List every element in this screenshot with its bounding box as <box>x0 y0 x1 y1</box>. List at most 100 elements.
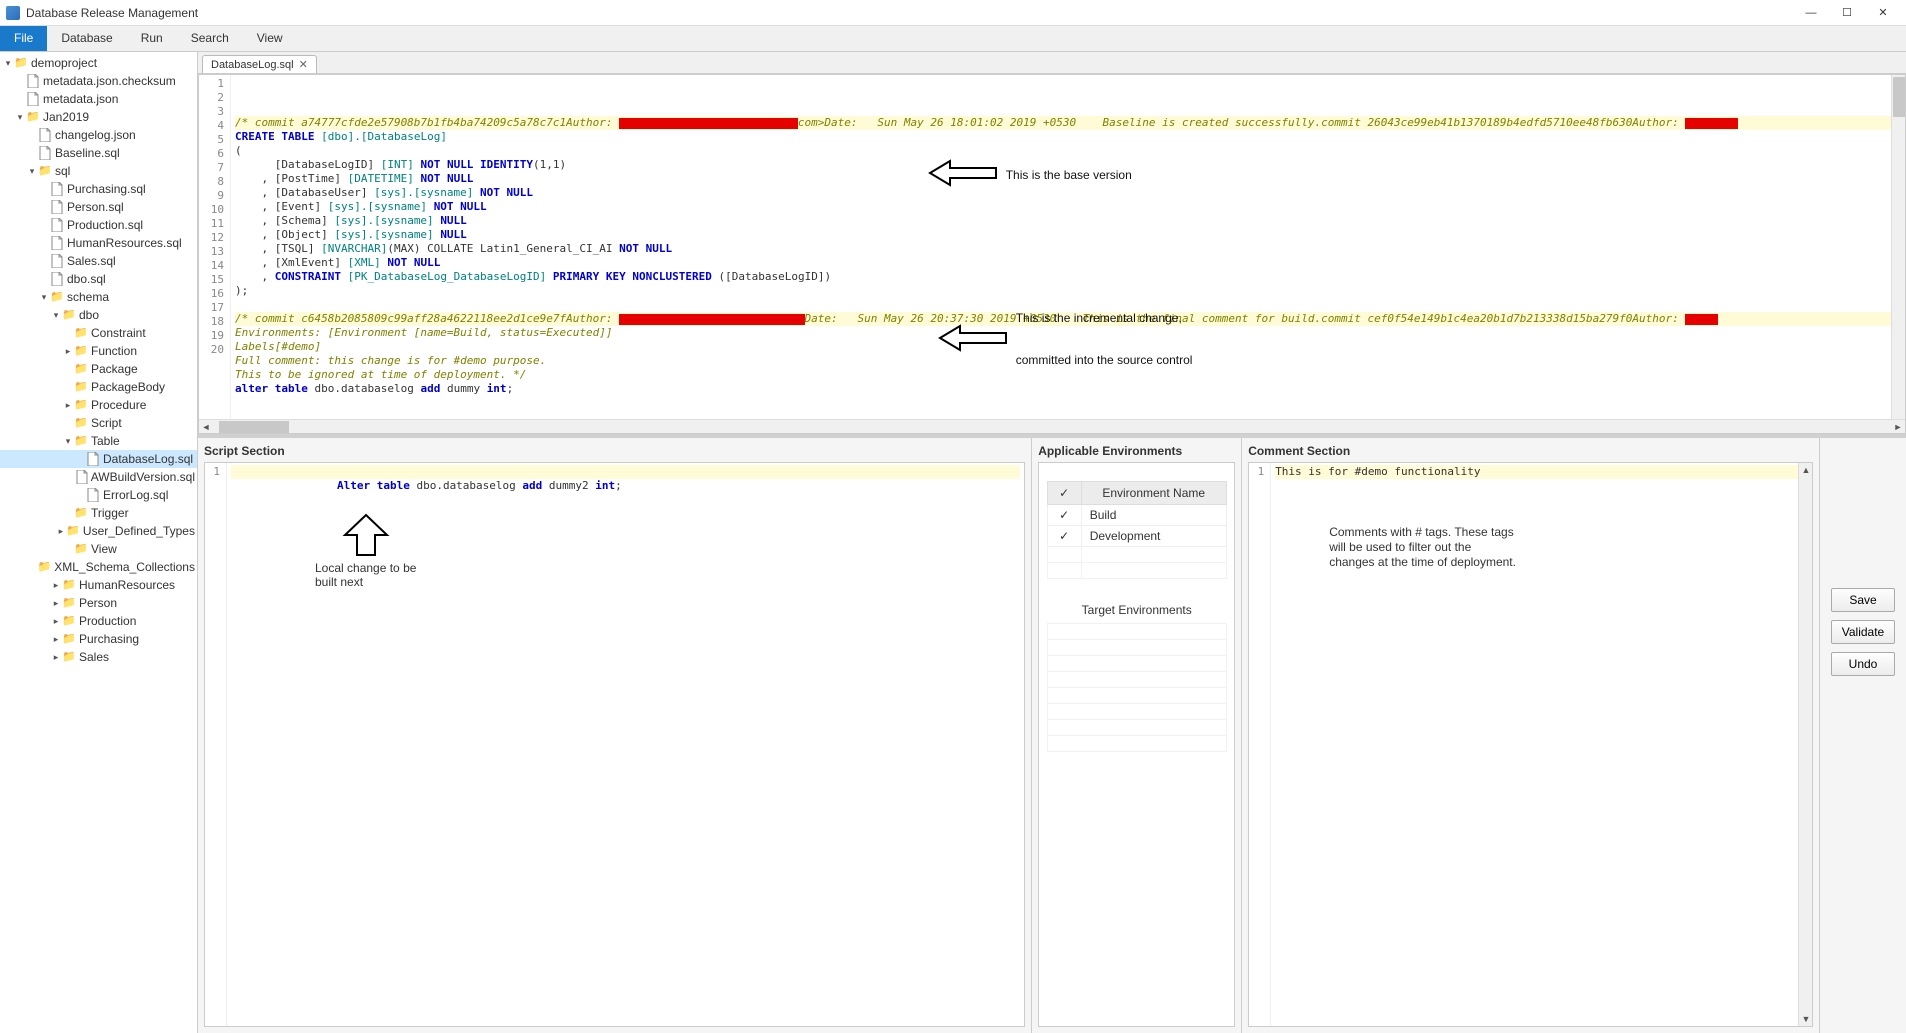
editor-scrollbar-horizontal[interactable]: ◄ ► <box>199 419 1905 433</box>
env-col-check[interactable]: ✓ <box>1047 482 1081 505</box>
close-button[interactable]: ✕ <box>1866 2 1900 24</box>
tree-item[interactable]: ▸📁HumanResources <box>0 576 197 594</box>
arrow-left-icon <box>881 145 998 204</box>
code-line[interactable]: , [TSQL] [NVARCHAR](MAX) COLLATE Latin1_… <box>235 242 1901 256</box>
tree-caret-icon[interactable]: ▾ <box>26 163 38 179</box>
validate-button[interactable]: Validate <box>1831 620 1895 644</box>
tab-close-icon[interactable]: ✕ <box>299 58 308 71</box>
save-button[interactable]: Save <box>1831 588 1895 612</box>
file-icon <box>38 128 52 142</box>
project-tree[interactable]: ▾📁demoprojectmetadata.json.checksummetad… <box>0 52 198 1033</box>
maximize-button[interactable]: ☐ <box>1830 2 1864 24</box>
env-row-build[interactable]: ✓ Build <box>1047 505 1226 526</box>
tree-item[interactable]: ▾📁schema <box>0 288 197 306</box>
main-editor[interactable]: 1234567891011121314151617181920 /* commi… <box>198 74 1906 434</box>
folder-icon: 📁 <box>38 164 52 178</box>
file-icon <box>86 452 100 466</box>
tree-item[interactable]: ▾📁demoproject <box>0 54 197 72</box>
tree-item[interactable]: Sales.sql <box>0 252 197 270</box>
file-icon <box>26 92 40 106</box>
script-section-body[interactable]: 1 Alter table dbo.databaselog add dummy2… <box>204 462 1025 1027</box>
editor-scrollbar-vertical[interactable] <box>1891 75 1905 419</box>
folder-icon: 📁 <box>62 308 76 322</box>
tree-item[interactable]: ▸📁Purchasing <box>0 630 197 648</box>
tree-item[interactable]: HumanResources.sql <box>0 234 197 252</box>
scroll-up-icon[interactable]: ▲ <box>1799 463 1813 477</box>
tab-databaselog[interactable]: DatabaseLog.sql ✕ <box>202 55 317 73</box>
tree-item[interactable]: ▸📁Procedure <box>0 396 197 414</box>
checkbox-icon[interactable]: ✓ <box>1047 505 1081 526</box>
tree-item[interactable]: dbo.sql <box>0 270 197 288</box>
tree-item[interactable]: 📁Script <box>0 414 197 432</box>
checkbox-icon[interactable]: ✓ <box>1047 526 1081 547</box>
scroll-down-icon[interactable]: ▼ <box>1799 1012 1813 1026</box>
file-icon <box>38 146 52 160</box>
tree-item[interactable]: ▸📁Person <box>0 594 197 612</box>
script-line-1[interactable]: Alter table dbo.databaselog add dummy2 i… <box>231 465 1020 479</box>
tree-caret-icon[interactable]: ▾ <box>50 307 62 323</box>
code-line[interactable]: , [Schema] [sys].[sysname] NULL <box>235 214 1901 228</box>
tree-item[interactable]: 📁Package <box>0 360 197 378</box>
tree-item[interactable]: ErrorLog.sql <box>0 486 197 504</box>
scroll-left-icon[interactable]: ◄ <box>199 420 213 434</box>
tree-item[interactable]: 📁PackageBody <box>0 378 197 396</box>
tree-item[interactable]: ▸📁User_Defined_Types <box>0 522 197 540</box>
tree-item[interactable]: 📁Constraint <box>0 324 197 342</box>
code-line[interactable]: CREATE TABLE [dbo].[DatabaseLog] <box>235 130 1901 144</box>
comment-line-1[interactable]: This is for #demo functionality <box>1275 465 1808 479</box>
comment-section-body[interactable]: 1 This is for #demo functionality ▲ ▼ Co… <box>1248 462 1813 1027</box>
tree-item[interactable]: ▾📁sql <box>0 162 197 180</box>
tree-item[interactable]: ▸📁Production <box>0 612 197 630</box>
code-line[interactable]: , [XmlEvent] [XML] NOT NULL <box>235 256 1901 270</box>
undo-button[interactable]: Undo <box>1831 652 1895 676</box>
tree-caret-icon[interactable]: ▸ <box>62 397 74 413</box>
tree-caret-icon[interactable]: ▾ <box>2 55 14 71</box>
menu-database[interactable]: Database <box>47 26 126 51</box>
menu-search[interactable]: Search <box>177 26 243 51</box>
folder-icon: 📁 <box>74 542 88 556</box>
tree-item[interactable]: AWBuildVersion.sql <box>0 468 197 486</box>
tree-caret-icon[interactable]: ▸ <box>50 649 62 665</box>
minimize-button[interactable]: — <box>1794 2 1828 24</box>
tree-item[interactable]: ▸📁Function <box>0 342 197 360</box>
tree-item[interactable]: Purchasing.sql <box>0 180 197 198</box>
tree-caret-icon[interactable]: ▸ <box>56 523 67 539</box>
tree-item[interactable]: changelog.json <box>0 126 197 144</box>
tree-caret-icon[interactable]: ▸ <box>50 613 62 629</box>
tree-item[interactable]: DatabaseLog.sql <box>0 450 197 468</box>
tree-item[interactable]: 📁View <box>0 540 197 558</box>
tree-item-label: AWBuildVersion.sql <box>91 469 195 485</box>
editor-code[interactable]: /* commit a74777cfde2e57908b7b1fb4ba7420… <box>231 75 1905 419</box>
code-line[interactable]: , CONSTRAINT [PK_DatabaseLog_DatabaseLog… <box>235 270 1901 284</box>
folder-icon: 📁 <box>62 596 76 610</box>
tree-item[interactable]: metadata.json <box>0 90 197 108</box>
tree-item[interactable]: Person.sql <box>0 198 197 216</box>
tree-item-label: changelog.json <box>55 127 136 143</box>
tree-item[interactable]: Production.sql <box>0 216 197 234</box>
tree-item[interactable]: 📁XML_Schema_Collections <box>0 558 197 576</box>
tree-caret-icon[interactable]: ▾ <box>14 109 26 125</box>
menu-run[interactable]: Run <box>127 26 177 51</box>
tree-item[interactable]: 📁Trigger <box>0 504 197 522</box>
tree-item[interactable]: metadata.json.checksum <box>0 72 197 90</box>
tree-item[interactable]: ▾📁dbo <box>0 306 197 324</box>
env-row-development[interactable]: ✓ Development <box>1047 526 1226 547</box>
tree-item[interactable]: ▸📁Sales <box>0 648 197 666</box>
tree-item[interactable]: ▾📁Jan2019 <box>0 108 197 126</box>
tree-caret-icon[interactable]: ▸ <box>50 577 62 593</box>
tree-item[interactable]: ▾📁Table <box>0 432 197 450</box>
comment-scrollbar-vertical[interactable]: ▲ ▼ <box>1798 463 1812 1026</box>
tree-caret-icon[interactable]: ▾ <box>62 433 74 449</box>
file-icon <box>76 470 88 484</box>
folder-icon: 📁 <box>62 578 76 592</box>
scroll-right-icon[interactable]: ► <box>1891 420 1905 434</box>
menu-view[interactable]: View <box>243 26 297 51</box>
code-line[interactable]: /* commit a74777cfde2e57908b7b1fb4ba7420… <box>235 116 1901 130</box>
code-line[interactable]: , [Object] [sys].[sysname] NULL <box>235 228 1901 242</box>
menu-file[interactable]: File <box>0 26 47 51</box>
tree-item[interactable]: Baseline.sql <box>0 144 197 162</box>
tree-caret-icon[interactable]: ▸ <box>50 631 62 647</box>
tree-caret-icon[interactable]: ▸ <box>62 343 74 359</box>
tree-caret-icon[interactable]: ▸ <box>50 595 62 611</box>
tree-caret-icon[interactable]: ▾ <box>38 289 50 305</box>
